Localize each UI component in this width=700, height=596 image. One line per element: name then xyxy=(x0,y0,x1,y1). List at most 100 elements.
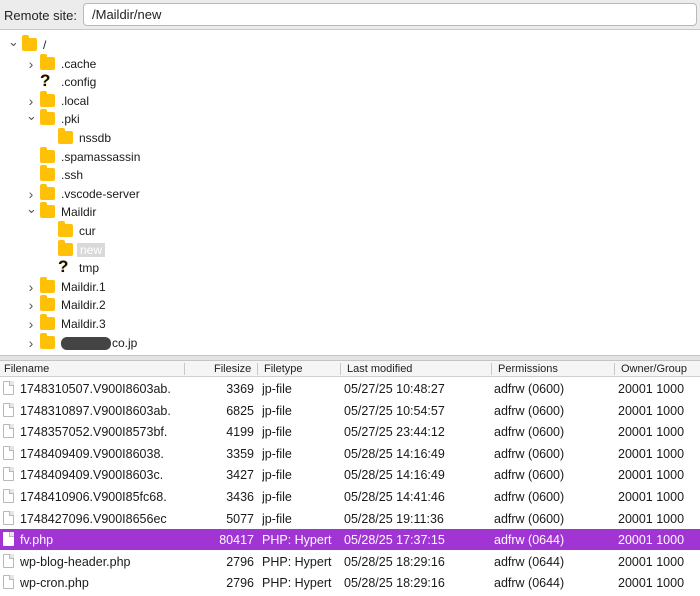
column-last-modified[interactable]: Last modified xyxy=(347,363,412,375)
file-owner-group: 20001 1000 xyxy=(618,382,685,396)
file-modified: 05/28/25 14:16:49 xyxy=(344,468,445,483)
chevron-down-icon[interactable]: ⌄ xyxy=(26,201,37,216)
file-owner-group: 20001 1000 xyxy=(618,403,685,418)
file-type: PHP: Hypert xyxy=(262,576,332,591)
redacted-mark xyxy=(61,336,111,350)
column-divider[interactable] xyxy=(257,363,258,375)
file-icon xyxy=(3,489,14,503)
tree-node[interactable]: cur xyxy=(44,221,700,241)
chevron-right-icon[interactable]: › xyxy=(26,316,36,332)
file-row[interactable]: 1748357052.V900I8573bf. 4199 jp-file 05/27/… xyxy=(0,421,700,442)
tree-node[interactable]: nssdb xyxy=(44,128,700,148)
tree-node[interactable]: ⌄ Maildir xyxy=(26,201,700,222)
column-filetype[interactable]: Filetype xyxy=(264,363,303,375)
file-type: PHP: Hypert xyxy=(262,554,332,569)
column-owner-group[interactable]: Owner/Group xyxy=(621,363,687,375)
tree-node[interactable]: .spamassassin xyxy=(26,146,700,167)
file-owner-group: 20001 1000 xyxy=(618,554,685,569)
file-row[interactable]: 1748409409.V900I86038. 3359 jp-file 05/28/2… xyxy=(0,443,700,464)
unknown-folder-icon: ? xyxy=(40,72,55,89)
chevron-right-icon[interactable]: › xyxy=(26,56,36,72)
file-permissions: adfrw (0600) xyxy=(494,446,565,461)
tree-node[interactable]: new xyxy=(44,239,700,260)
file-icon xyxy=(3,553,14,568)
folder-icon xyxy=(40,314,55,330)
file-size: 5077 xyxy=(226,511,254,526)
file-icon xyxy=(3,402,14,417)
file-modified: 05/28/25 18:29:16 xyxy=(344,576,445,591)
file-row[interactable]: 1748427096.V900I8656ec 5077 jp-file 05/28/2… xyxy=(0,508,700,529)
tree-node-label: Maildir.2 xyxy=(61,298,106,313)
tree-node-label: .vscode-server xyxy=(61,186,140,201)
file-row[interactable]: 1748410906.V900I85fc68. 3436 jp-file 05/28/… xyxy=(0,486,700,507)
tree-node[interactable]: ⌄ / xyxy=(8,34,700,55)
tree-node-label: .ssh xyxy=(61,168,84,183)
file-name: 1748310507.V900I8603ab. xyxy=(20,382,171,396)
file-type: jp-file xyxy=(262,425,292,440)
file-owner-group: 20001 1000 xyxy=(618,533,685,548)
file-row[interactable]: wp-blog-header.php 2796 PHP: Hypert 05/28/2… xyxy=(0,551,700,572)
file-size: 3369 xyxy=(226,382,254,396)
remote-site-bar: Remote site: xyxy=(0,0,700,30)
chevron-down-icon[interactable]: ⌄ xyxy=(8,34,19,49)
folder-icon xyxy=(40,332,55,349)
tree-node-label: .cache xyxy=(61,56,97,71)
file-size: 6825 xyxy=(226,403,254,418)
column-divider[interactable] xyxy=(491,363,492,375)
tree-node-label: .local xyxy=(61,93,90,108)
file-row[interactable]: 1748310897.V900I8603ab. 6825 jp-file 05/27/… xyxy=(0,400,700,421)
tree-node-label: Maildir xyxy=(61,205,97,220)
chevron-right-icon[interactable]: › xyxy=(26,279,36,295)
tree-node[interactable]: › .local xyxy=(26,90,700,111)
file-row[interactable]: 1748310507.V900I8603ab. 3369 jp-file 05/27/… xyxy=(0,378,700,399)
file-size: 4199 xyxy=(226,425,254,440)
file-size: 2796 xyxy=(226,554,254,569)
tree-node[interactable]: › .vscode-server xyxy=(26,183,700,204)
file-icon xyxy=(3,467,14,482)
column-filename[interactable]: Filename xyxy=(4,363,49,375)
chevron-down-icon[interactable]: ⌄ xyxy=(26,108,37,123)
column-filesize[interactable]: Filesize xyxy=(214,363,251,375)
tree-node[interactable]: ? tmp xyxy=(44,258,700,278)
file-modified: 05/28/25 19:11:36 xyxy=(344,511,444,526)
column-divider[interactable] xyxy=(340,363,341,375)
remote-path-input[interactable] xyxy=(83,3,697,26)
column-permissions[interactable]: Permissions xyxy=(498,363,558,375)
tree-node-label: new xyxy=(77,242,106,257)
folder-icon xyxy=(40,183,55,200)
folder-icon xyxy=(40,109,55,126)
file-icon xyxy=(3,424,14,439)
tree-node[interactable]: › .cache xyxy=(26,53,700,74)
chevron-right-icon[interactable]: › xyxy=(26,297,36,313)
file-permissions: adfrw (0600) xyxy=(494,511,565,526)
chevron-right-icon[interactable]: › xyxy=(26,93,36,109)
tree-node-label: tmp xyxy=(79,261,100,276)
chevron-right-icon[interactable]: › xyxy=(26,335,36,351)
file-row[interactable]: wp-cron.php 2796 PHP: Hypert 05/28/25 18:29… xyxy=(0,572,700,593)
file-type: jp-file xyxy=(262,382,292,396)
tree-node-label: / xyxy=(43,38,47,52)
file-type: jp-file xyxy=(262,446,292,461)
file-name: 1748357052.V900I8573bf. xyxy=(20,425,168,440)
file-type: PHP: Hypert xyxy=(262,533,332,548)
file-size: 3436 xyxy=(226,490,254,504)
chevron-right-icon[interactable]: › xyxy=(26,186,36,202)
column-divider[interactable] xyxy=(184,363,185,375)
tree-node[interactable]: .ssh xyxy=(26,165,700,185)
file-icon xyxy=(3,510,14,525)
tree-node[interactable]: › Maildir.2 xyxy=(26,295,700,315)
column-divider[interactable] xyxy=(614,363,615,375)
file-row[interactable]: fv.php 80417 PHP: Hypert 05/28/25 17:37:15 a… xyxy=(0,529,700,551)
tree-node[interactable]: › Maildir.3 xyxy=(26,314,700,334)
tree-node[interactable]: ⌄ .pki xyxy=(26,108,700,129)
tree-node-label: .spamassassin xyxy=(61,149,141,164)
file-size: 2796 xyxy=(226,576,254,591)
file-list-header: Filename Filesize Filetype Last modified… xyxy=(0,361,700,377)
file-row[interactable]: 1748409409.V900I8603c. 3427 jp-file 05/28/2… xyxy=(0,464,700,485)
redacted-label-wrap: co.jp xyxy=(61,336,137,350)
tree-node[interactable]: › Maildir.1 xyxy=(26,276,700,297)
tree-node[interactable]: › co.jp xyxy=(26,332,700,353)
folder-icon xyxy=(58,128,73,144)
folder-icon xyxy=(40,90,55,107)
tree-node[interactable]: ? .config xyxy=(26,72,700,92)
